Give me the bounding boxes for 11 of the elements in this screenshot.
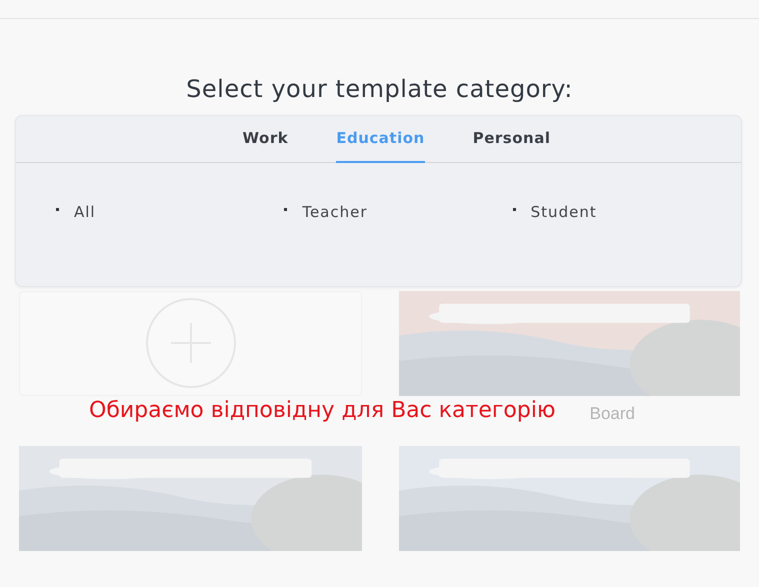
bullet-icon (512, 208, 516, 210)
card-title: Board (590, 404, 635, 424)
bullet-icon (284, 208, 288, 210)
subcategory-link[interactable]: Student (530, 203, 597, 221)
annotation-text: Обираємо відповідну для Вас категорію (89, 398, 556, 423)
category-tab[interactable]: Work (242, 116, 288, 163)
category-tab[interactable]: Personal (472, 116, 550, 163)
bullet-icon (56, 208, 59, 210)
subcategory-link[interactable]: Teacher (302, 203, 368, 221)
subcategory-link[interactable]: All (74, 203, 96, 221)
heading: Select your template category: (185, 75, 574, 103)
